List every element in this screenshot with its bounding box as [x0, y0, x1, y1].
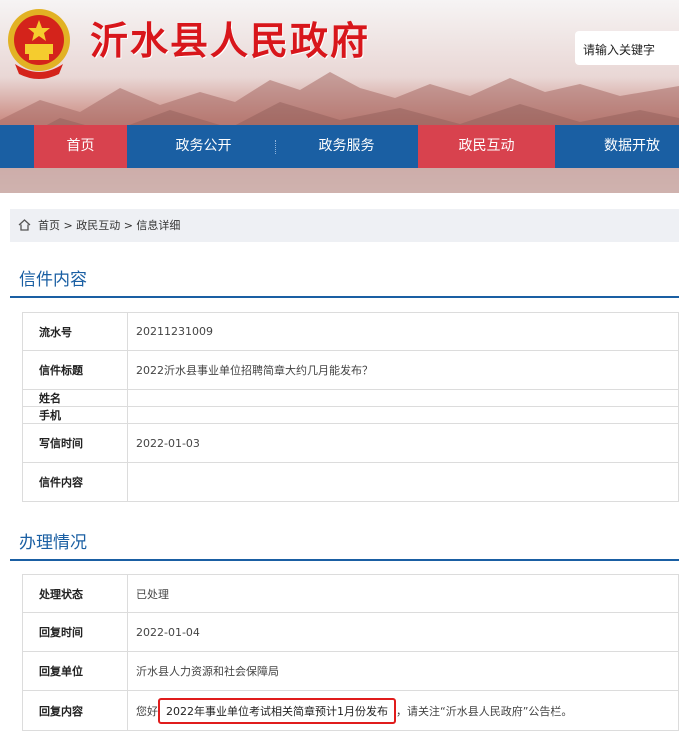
- row-label: 信件标题: [22, 350, 128, 390]
- row-value: 2022-01-03: [127, 423, 679, 463]
- breadcrumb: 首页 > 政民互动 > 信息详细: [10, 209, 679, 242]
- row-value: 沂水县人力资源和社会保障局: [127, 651, 679, 691]
- row-label: 手机: [22, 406, 128, 424]
- row-label: 写信时间: [22, 423, 128, 463]
- site-title: 沂水县人民政府: [90, 18, 371, 63]
- row-value: 已处理: [127, 574, 679, 613]
- handling-table: 处理状态 已处理 回复时间 2022-01-04 回复单位 沂水县人力资源和社会…: [22, 574, 679, 731]
- search-input[interactable]: 请输入关键字: [575, 31, 679, 65]
- row-value: [127, 406, 679, 424]
- table-row: 信件标题 2022沂水县事业单位招聘简章大约几月能发布？: [22, 350, 679, 390]
- table-row: 手机: [22, 406, 679, 424]
- row-label: 回复时间: [22, 612, 128, 652]
- reply-prefix: 您好: [136, 704, 158, 718]
- table-row: 信件内容: [22, 462, 679, 502]
- row-label: 信件内容: [22, 462, 128, 502]
- nav-home[interactable]: 首页: [34, 125, 127, 168]
- table-row: 写信时间 2022-01-03: [22, 423, 679, 463]
- national-emblem-icon: [8, 9, 70, 79]
- nav-public-interaction[interactable]: 政民互动: [418, 125, 555, 168]
- nav-open-data[interactable]: 数据开放: [585, 125, 679, 168]
- table-row: 处理状态 已处理: [22, 574, 679, 613]
- row-label: 处理状态: [22, 574, 128, 613]
- reply-content: 您好 2022年事业单位考试相关简章预计1月份发布 ，请关注“沂水县人民政府”公告栏…: [127, 690, 679, 731]
- table-row: 流水号 20211231009: [22, 312, 679, 351]
- row-label: 姓名: [22, 389, 128, 407]
- nav-government-affairs[interactable]: 政务公开: [157, 125, 250, 168]
- table-row: 回复时间 2022-01-04: [22, 612, 679, 652]
- handling-section-title: 办理情况: [19, 533, 87, 553]
- home-icon[interactable]: [18, 219, 31, 231]
- row-value: [127, 389, 679, 407]
- section-divider: [10, 296, 679, 298]
- table-row: 回复单位 沂水县人力资源和社会保障局: [22, 651, 679, 691]
- nav-divider: [275, 140, 276, 154]
- nav-government-services[interactable]: 政务服务: [300, 125, 393, 168]
- row-value: 2022沂水县事业单位招聘简章大约几月能发布？: [127, 350, 679, 390]
- row-label: 流水号: [22, 312, 128, 351]
- reply-suffix: ，请关注“沂水县人民政府”公告栏。: [396, 704, 573, 718]
- table-row: 姓名: [22, 389, 679, 407]
- row-value: 20211231009: [127, 312, 679, 351]
- row-value: [127, 462, 679, 502]
- reply-highlight: 2022年事业单位考试相关简章预计1月份发布: [158, 697, 396, 724]
- row-label: 回复单位: [22, 651, 128, 691]
- row-label: 回复内容: [22, 690, 128, 731]
- breadcrumb-trail[interactable]: 首页 > 政民互动 > 信息详细: [38, 209, 180, 242]
- table-row: 回复内容 您好 2022年事业单位考试相关简章预计1月份发布 ，请关注“沂水县人民政…: [22, 690, 679, 731]
- row-value: 2022-01-04: [127, 612, 679, 652]
- letter-table: 流水号 20211231009 信件标题 2022沂水县事业单位招聘简章大约几月…: [22, 312, 679, 502]
- site-header: 沂水县人民政府 请输入关键字 首页 政务公开 政务服务 政民互动 数据开放: [0, 0, 679, 193]
- letter-section-title: 信件内容: [19, 270, 87, 290]
- section-divider: [10, 559, 679, 561]
- main-nav: 首页 政务公开 政务服务 政民互动 数据开放: [0, 125, 679, 168]
